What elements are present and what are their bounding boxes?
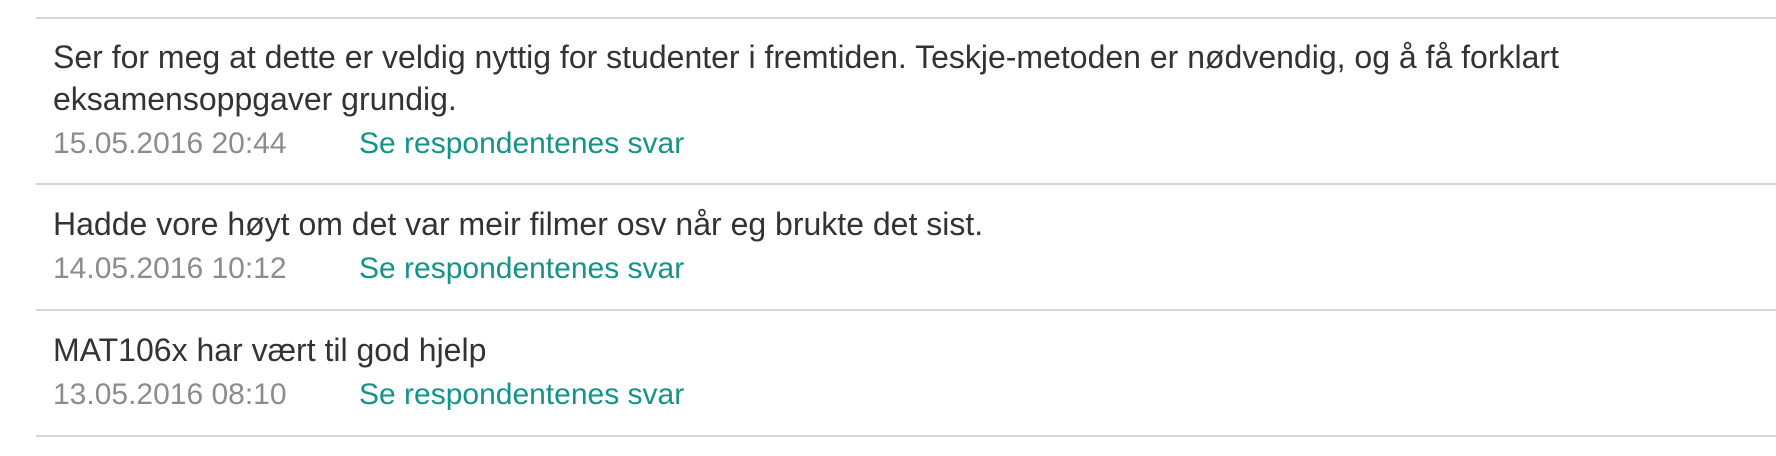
- response-list: Ser for meg at dette er veldig nyttig fo…: [0, 0, 1776, 456]
- view-responses-link[interactable]: Se respondentenes svar: [359, 124, 684, 164]
- response-timestamp: 14.05.2016 10:12: [53, 252, 287, 285]
- view-responses-link[interactable]: Se respondentenes svar: [359, 375, 684, 415]
- response-item: Ser for meg at dette er veldig nyttig fo…: [36, 19, 1776, 185]
- response-text: MAT106x har vært til god hjelp: [53, 332, 487, 368]
- view-responses-link[interactable]: Se respondentenes svar: [359, 249, 684, 289]
- response-timestamp: 13.05.2016 08:10: [53, 378, 287, 411]
- response-text: Ser for meg at dette er veldig nyttig fo…: [53, 39, 1559, 117]
- response-timestamp: 15.05.2016 20:44: [53, 127, 287, 160]
- response-text: Hadde vore høyt om det var meir filmer o…: [53, 206, 984, 242]
- response-meta: 13.05.2016 08:10 Se respondentenes svar: [53, 375, 1776, 415]
- response-item: Hadde vore høyt om det var meir filmer o…: [36, 185, 1776, 311]
- response-meta: 14.05.2016 10:12 Se respondentenes svar: [53, 249, 1776, 289]
- response-item: MAT106x har vært til god hjelp 13.05.201…: [36, 311, 1776, 437]
- response-meta: 15.05.2016 20:44 Se respondentenes svar: [53, 124, 1776, 164]
